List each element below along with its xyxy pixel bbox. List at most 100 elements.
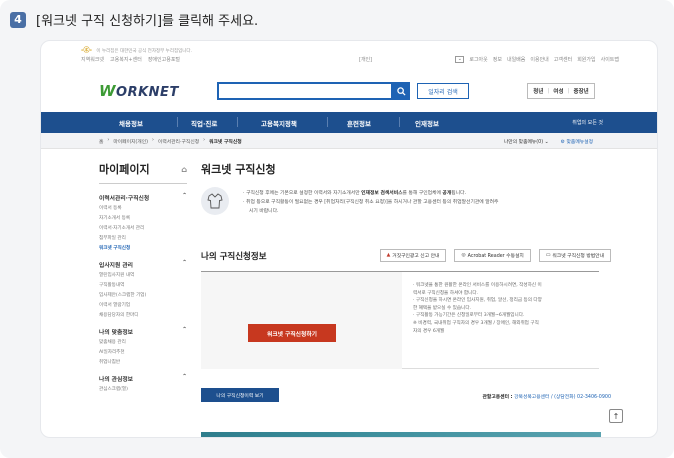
sidebar-item-scraps[interactable]: 관심스크랩(열) (99, 386, 187, 392)
my-custom-menu[interactable]: 나만의 맞춤메뉴(0) ⌄ (504, 138, 549, 145)
application-guide-button[interactable]: ▭ 워크넷 구직신청 방법안내 (538, 249, 611, 262)
fake-ad-report-button[interactable]: ▲ 거짓구인광고 신고 안내 (379, 249, 447, 262)
search-icon (397, 86, 406, 96)
note-line: · 구직활동 가능기간은 신청일로부터 3개월~6개월입니다. (413, 313, 525, 319)
info-line-2: · 취업 등으로 구직활동이 필요없는 경우 [취업처리(구직신청 취소 요청)… (243, 200, 499, 205)
audience-youth[interactable]: 청년 (533, 87, 543, 95)
employment-center-label: 관할고용센터 : (482, 395, 513, 400)
custom-menu-settings-label: 맞춤메뉴설정 (566, 140, 593, 145)
note-line: · 워크넷을 통한 원활한 온라인 서비스를 이용하시려면, 작성하신 이 (413, 283, 542, 288)
nav-career[interactable]: 직업·진로 (191, 118, 217, 128)
sidebar-group-label: 나의 맞춤정보 (99, 330, 134, 336)
sidebar-group-applications: 입사지원 관리 ⌃ 열린입사지원 내역 구직활동내역 입사제안(스크랩한 기업) … (99, 260, 187, 318)
util-link-logout[interactable]: 로그아웃 (469, 56, 487, 63)
note-line: 한 혜택을 받으실 수 있습니다. (413, 305, 472, 311)
info-line-1: · 구직신청 후에는 기본으로 설정한 이력서와 자기소개서만 인재정보 검색서… (243, 191, 467, 196)
gov-logo-icon: -ⓖ- (81, 47, 92, 54)
step-instruction-text: [워크넷 구직 신청하기]를 클릭해 주세요. (36, 14, 259, 29)
sidebar-item-viewing-companies[interactable]: 이력서 열람기업 (99, 302, 187, 308)
breadcrumb-path: 홈 › 마이페이지(개인) › 이력서관리·구직신청 › 워크넷 구직신청 (99, 138, 242, 145)
main-navigation: 채용정보 직업·진로 고용복지정책 훈련정보 인재정보 취업의 모든 것 (41, 112, 657, 133)
sidebar-group-label: 나의 관심정보 (99, 377, 134, 383)
util-link-info[interactable]: 정보 (493, 56, 502, 63)
nav-talent[interactable]: 인재정보 (415, 118, 439, 128)
job-search-button[interactable]: 일자리 검색 (417, 83, 469, 99)
sidebar-item-job-application[interactable]: 워크넷 구직신청 (99, 245, 187, 251)
site-header: WORKNET 일자리 검색 청년 | 여성 | 중장년 (41, 71, 657, 109)
audience-middle-aged[interactable]: 중장년 (574, 87, 589, 95)
fake-ad-report-label: 거짓구인광고 신고 안내 (392, 254, 440, 259)
application-guide-label: 워크넷 구직신청 방법안내 (552, 254, 604, 259)
sidebar: 마이페이지 ⌂ 이력서관리·구직신청 ⌃ 이력서 등록 자기소개서 등록 이력서·… (99, 161, 187, 396)
sidebar-item-attachments[interactable]: 첨부파일 관리 (99, 235, 187, 241)
sidebar-group-head[interactable]: 나의 맞춤정보 ⌃ (99, 327, 187, 336)
sidebar-item-resume-manage[interactable]: 이력서·자기소개서 관리 (99, 225, 187, 231)
note-line: · 구직신청을 하시면 온라인 입사지원, 취업, 알선, 정리금 등의 다양 (413, 298, 542, 304)
warning-icon: ▲ (386, 253, 391, 258)
acrobat-install-button[interactable]: ◎ Acrobat Reader 수동설치 (454, 249, 531, 262)
document-icon: ▭ (545, 253, 551, 258)
search-input[interactable] (217, 82, 393, 100)
breadcrumb-resume[interactable]: 이력서관리·구직신청 (158, 138, 199, 145)
breadcrumb: 홈 › 마이페이지(개인) › 이력서관리·구직신청 › 워크넷 구직신청 나만… (41, 133, 657, 149)
info-line-1-bold2: 공개 (442, 191, 452, 196)
sidebar-item-cover-letter-register[interactable]: 자기소개서 등록 (99, 215, 187, 221)
scroll-top-button[interactable]: ↑ (609, 409, 623, 423)
sidebar-item-open-applications[interactable]: 열린입사지원 내역 (99, 272, 187, 278)
acrobat-install-label: Acrobat Reader 수동설치 (467, 254, 524, 259)
util-link-employment-center[interactable]: 고용복지+센터 (110, 56, 142, 63)
section-title: 나의 구직신청정보 (201, 252, 267, 262)
chevron-up-icon: ⌃ (182, 374, 187, 380)
info-box: · 구직신청 후에는 기본으로 설정한 이력서와 자기소개서만 인재정보 검색서… (201, 187, 593, 216)
utility-right-links: ⌄ 로그아웃 정보 내일배움 이용안내 고객센터 회원가입 사이트맵 (455, 56, 619, 63)
employment-center-name: 강북성북고용센터 / (상담전화) 02-3406-0900 (514, 395, 611, 400)
employment-center-info: 관할고용센터 : 강북성북고용센터 / (상담전화) 02-3406-0900 (483, 393, 611, 400)
breadcrumb-home[interactable]: 홈 (99, 138, 103, 145)
sidebar-item-resume-register[interactable]: 이력서 등록 (99, 205, 187, 211)
nav-divider (237, 117, 238, 127)
breadcrumb-mypage[interactable]: 마이페이지(개인) (113, 138, 148, 145)
logo-text: ORKNET (116, 85, 179, 100)
bottom-banner (201, 432, 601, 437)
nav-training[interactable]: 훈련정보 (347, 118, 371, 128)
sidebar-item-compass[interactable]: 취업나침반 (99, 359, 187, 365)
worknet-logo[interactable]: WORKNET (99, 82, 179, 100)
page-title: 워크넷 구직신청 (201, 163, 276, 176)
sidebar-group-head[interactable]: 입사지원 관리 ⌃ (99, 260, 187, 269)
audience-women[interactable]: 여성 (553, 87, 563, 95)
sidebar-item-activity-history[interactable]: 구직활동내역 (99, 282, 187, 288)
util-link-customer-center[interactable]: 고객센터 (554, 56, 572, 63)
util-link-regional[interactable]: 지역워크넷 (81, 56, 104, 63)
apply-job-button[interactable]: 워크넷 구직신청하기 (248, 324, 336, 342)
sidebar-group-head[interactable]: 나의 관심정보 ⌃ (99, 374, 187, 383)
home-icon[interactable]: ⌂ (181, 165, 187, 174)
breadcrumb-current: 워크넷 구직신청 (209, 140, 242, 145)
sidebar-group-head[interactable]: 이력서관리·구직신청 ⌃ (99, 193, 187, 202)
tutorial-frame: 4 [워크넷 구직 신청하기]를 클릭해 주세요. -ⓖ- 이 누리집은 대한민… (0, 0, 674, 458)
nav-divider (177, 117, 178, 127)
worknet-screenshot: -ⓖ- 이 누리집은 대한민국 공식 전자정부 누리집입니다. 지역워크넷 고용… (40, 40, 658, 438)
sidebar-item-offers[interactable]: 입사제안(스크랩한 기업) (99, 292, 187, 298)
nav-welfare-policy[interactable]: 고용복지정책 (261, 118, 297, 128)
custom-menu-settings[interactable]: ⚙ 맞춤메뉴설정 (561, 138, 593, 145)
application-history-button[interactable]: 나의 구직신청이력 보기 (201, 388, 279, 402)
util-link-guide[interactable]: 이용안내 (530, 56, 548, 63)
info-line-1-bold1: 인재정보 검색서비스 (361, 191, 403, 196)
search-button[interactable] (393, 82, 410, 100)
util-link-signup[interactable]: 회원가입 (577, 56, 595, 63)
nav-jobs[interactable]: 채용정보 (119, 118, 143, 128)
gov-notice-text: 이 누리집은 대한민국 공식 전자정부 누리집입니다. (96, 49, 192, 54)
application-panel: 워크넷 구직신청하기 · 워크넷을 통한 원활한 온라인 서비스를 이용하시려면… (201, 271, 599, 369)
util-link-tomorrow-learning[interactable]: 내일배움 (507, 56, 525, 63)
sidebar-item-custom-jobs[interactable]: 맞춤채용 관리 (99, 339, 187, 345)
nav-all-about-jobs[interactable]: 취업의 모든 것 (572, 119, 603, 126)
util-link-sitemap[interactable]: 사이트맵 (601, 56, 619, 63)
breadcrumb-separator: › (151, 138, 154, 143)
sidebar-group-interests: 나의 관심정보 ⌃ 관심스크랩(열) (99, 374, 187, 392)
sidebar-item-ai-recommend[interactable]: AI일자리추천 (99, 349, 187, 355)
sidebar-group-label: 이력서관리·구직신청 (99, 196, 150, 202)
application-panel-left: 워크넷 구직신청하기 (201, 272, 402, 369)
util-link-disabled-portal[interactable]: 장애인고용포털 (148, 56, 180, 63)
chevron-down-icon[interactable]: ⌄ (455, 56, 465, 63)
sidebar-item-recruiter-notes[interactable]: 채용담당자의 한마디 (99, 312, 187, 318)
